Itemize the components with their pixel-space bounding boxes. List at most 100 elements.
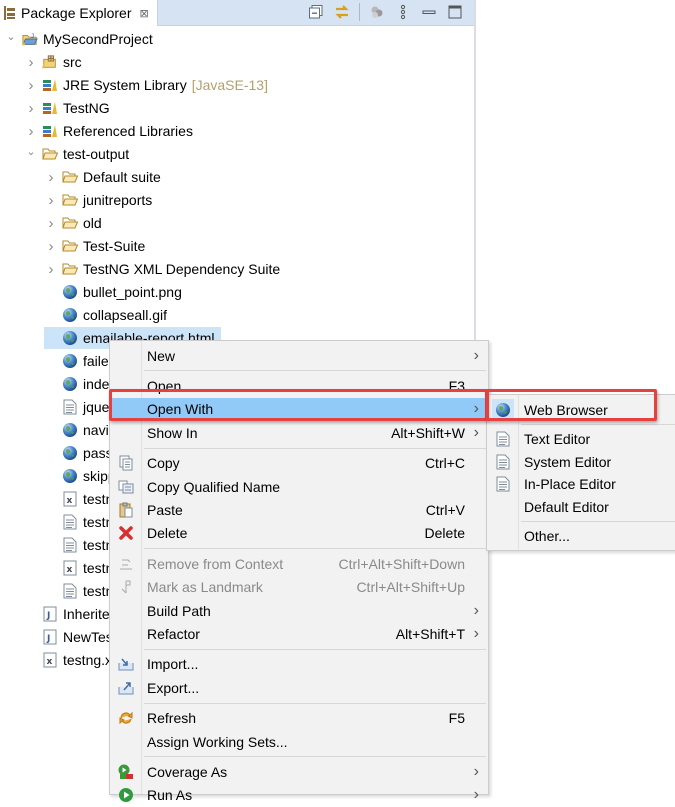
menu-item-show-in[interactable]: Show In Alt+Shift+W › — [111, 421, 487, 444]
menu-item-label: Text Editor — [524, 431, 591, 447]
menu-item-label: Show In — [147, 424, 198, 441]
menu-item-refresh[interactable]: Refresh F5 — [111, 707, 487, 730]
submenu-arrow-icon: › — [473, 762, 479, 780]
tree-item[interactable]: › TestNG — [24, 97, 110, 119]
maximize-icon[interactable] — [446, 3, 464, 21]
folder-icon — [62, 261, 78, 277]
menu-item-mark-as-landmark: Mark as Landmark Ctrl+Alt+Shift+Up — [111, 576, 487, 599]
menu-item-label: Coverage As — [147, 763, 228, 780]
tree-item[interactable]: › Default suite — [44, 166, 161, 188]
view-menu-icon[interactable] — [394, 3, 412, 21]
menu-separator — [144, 548, 486, 550]
menu-separator — [521, 520, 675, 522]
tree-item-label: Test-Suite — [83, 238, 146, 254]
menu-item-label: System Editor — [524, 453, 612, 470]
chevron-right-icon[interactable]: › — [24, 54, 38, 71]
folder-icon — [62, 192, 78, 208]
chevron-right-icon[interactable]: › — [24, 123, 38, 140]
toolbar-separator — [359, 3, 360, 21]
tree-item[interactable]: › old — [44, 212, 102, 234]
submenu-item-other[interactable]: Other... — [488, 525, 675, 548]
xml-file-icon: x — [62, 491, 78, 507]
chevron-right-icon[interactable]: › — [24, 100, 38, 117]
web-file-icon — [62, 284, 78, 300]
menu-item-label: Mark as Landmark — [147, 579, 263, 596]
chevron-down-icon[interactable]: ⌄ — [24, 145, 38, 158]
chevron-right-icon[interactable]: › — [44, 215, 58, 232]
submenu-arrow-icon: › — [473, 423, 479, 441]
submenu-item-default-editor[interactable]: Default Editor — [488, 495, 675, 518]
link-with-editor-icon[interactable] — [333, 3, 351, 21]
submenu-arrow-icon: › — [473, 601, 479, 619]
tab-package-explorer[interactable]: Package Explorer ⊠ — [0, 0, 158, 26]
tree-item-label: TestNG XML Dependency Suite — [83, 261, 281, 277]
menu-item-new[interactable]: New › — [111, 344, 487, 367]
svg-text:x: x — [67, 496, 73, 506]
submenu-item-system-editor[interactable]: System Editor — [488, 450, 675, 473]
menu-item-delete[interactable]: Delete Delete — [111, 522, 487, 545]
folder-icon — [62, 169, 78, 185]
submenu-item-in-place-editor[interactable]: In-Place Editor — [488, 473, 675, 496]
text-file-icon — [62, 514, 78, 530]
menu-item-assign-working-sets[interactable]: Assign Working Sets... — [111, 730, 487, 753]
collapse-all-icon[interactable] — [307, 3, 325, 21]
chevron-right-icon[interactable]: › — [24, 77, 38, 94]
menu-item-label: Refresh — [147, 710, 197, 727]
chevron-right-icon[interactable]: › — [44, 169, 58, 186]
filter-icon[interactable] — [368, 3, 386, 21]
tree-item[interactable]: › junitreports — [44, 189, 153, 211]
menu-separator — [521, 423, 675, 425]
tree-item[interactable]: › TestNG XML Dependency Suite — [44, 258, 281, 280]
submenu-arrow-icon: › — [473, 346, 479, 364]
chevron-right-icon[interactable]: › — [44, 238, 58, 255]
export-icon — [118, 680, 134, 696]
tree-item-label: MySecondProject — [43, 31, 153, 47]
text-file-icon — [62, 537, 78, 553]
tree-item[interactable]: › src — [24, 51, 82, 73]
chevron-right-icon[interactable]: › — [44, 261, 58, 278]
chevron-right-icon[interactable]: › — [44, 192, 58, 209]
tree-item[interactable]: collapseall.gif — [44, 304, 167, 326]
close-tab-icon[interactable]: ⊠ — [140, 7, 149, 20]
copy-icon — [118, 455, 134, 471]
minimize-icon[interactable] — [420, 3, 438, 21]
web-file-icon — [62, 307, 78, 323]
menu-item-copy[interactable]: Copy Ctrl+C — [111, 452, 487, 475]
text-file-icon — [495, 431, 511, 447]
tree-item-label: junitreports — [83, 192, 153, 208]
menu-item-label: Build Path — [147, 602, 211, 619]
tree-item[interactable]: › Referenced Libraries — [24, 120, 193, 142]
menu-item-build-path[interactable]: Build Path › — [111, 599, 487, 622]
tree-item-label: collapseall.gif — [83, 307, 168, 323]
tree-item[interactable]: ⌄ test-output — [24, 143, 129, 165]
menu-item-copy-qualified-name[interactable]: Copy Qualified Name — [111, 475, 487, 498]
tree-item[interactable]: › JRE System Library [JavaSE-13] — [24, 74, 268, 96]
menu-item-run-as[interactable]: Run As › — [111, 784, 487, 807]
menu-item-label: Copy — [147, 455, 180, 472]
tree-item[interactable]: › Test-Suite — [44, 235, 146, 257]
menu-separator — [144, 648, 486, 650]
tree-item[interactable]: ⌄ J MySecondProject — [4, 28, 153, 50]
menu-item-export[interactable]: Export... — [111, 676, 487, 699]
menu-item-shortcut: F5 — [448, 710, 465, 727]
tree-item[interactable]: bullet_point.png — [44, 281, 182, 303]
menu-item-shortcut: Ctrl+V — [425, 501, 465, 518]
menu-item-label: Export... — [147, 679, 200, 696]
menu-item-paste[interactable]: Paste Ctrl+V — [111, 498, 487, 521]
menu-item-shortcut: Ctrl+C — [424, 455, 465, 472]
submenu-item-text-editor[interactable]: Text Editor — [488, 428, 675, 451]
chevron-down-icon[interactable]: ⌄ — [4, 30, 18, 43]
web-file-icon — [62, 353, 78, 369]
submenu-arrow-icon: › — [473, 624, 479, 642]
tree-item-label: src — [63, 54, 82, 70]
folder-icon — [42, 146, 58, 162]
text-file-icon — [495, 454, 511, 470]
package-explorer-icon — [4, 6, 16, 20]
menu-item-import[interactable]: Import... — [111, 653, 487, 676]
menu-item-coverage-as[interactable]: Coverage As › — [111, 760, 487, 783]
menu-item-refactor[interactable]: Refactor Alt+Shift+T › — [111, 622, 487, 645]
svg-text:J: J — [46, 634, 50, 644]
tree-item-label: TestNG — [63, 100, 110, 116]
remove-context-icon — [118, 556, 134, 572]
menu-item-label: Run As — [147, 787, 193, 804]
